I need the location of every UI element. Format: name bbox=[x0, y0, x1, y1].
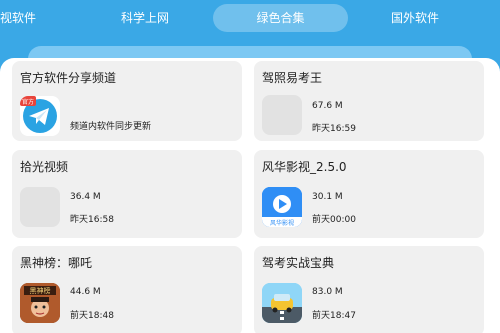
badge-official: 官方 bbox=[22, 98, 34, 106]
tab-foreign-software[interactable]: 国外软件 bbox=[380, 4, 450, 32]
app-size: 36.4 M bbox=[70, 192, 101, 202]
tab-science-internet[interactable]: 科学上网 bbox=[110, 4, 180, 32]
card-title: 驾照易考王 bbox=[262, 71, 323, 85]
card-title: 拾光视频 bbox=[20, 160, 69, 174]
car-icon bbox=[262, 283, 302, 323]
app-time: 前天18:48 bbox=[70, 311, 114, 321]
card-shiguang-video[interactable]: 拾光视频 36.4 M 昨天16:58 bbox=[12, 150, 242, 238]
icon-caption: 风华影视 bbox=[270, 219, 294, 227]
tv-icon: 风华影视 bbox=[262, 187, 302, 227]
app-size: 30.1 M bbox=[312, 192, 343, 202]
card-description: 频道内软件同步更新 bbox=[70, 122, 152, 132]
card-title: 驾考实战宝典 bbox=[262, 256, 335, 270]
telegram-icon: 官方 bbox=[20, 96, 60, 136]
app-size: 44.6 M bbox=[70, 287, 101, 297]
card-driving-test-king[interactable]: 驾照易考王 67.6 M 昨天16:59 bbox=[254, 61, 484, 141]
app-time: 昨天16:58 bbox=[70, 215, 114, 225]
app-time: 昨天16:59 bbox=[312, 124, 356, 134]
game-icon: 黑神榜 bbox=[20, 283, 60, 323]
placeholder-icon bbox=[262, 95, 302, 135]
tab-green-collection[interactable]: 绿色合集 bbox=[213, 4, 348, 32]
card-title: 风华影视_2.5.0 bbox=[262, 160, 347, 174]
tab-bar: 视软件 科学上网 绿色合集 国外软件 bbox=[0, 0, 500, 36]
placeholder-icon bbox=[20, 187, 60, 227]
card-black-myth-nezha[interactable]: 黑神榜：哪吒 黑神榜 44.6 M 前天18:48 bbox=[12, 246, 242, 333]
card-fenghua-video[interactable]: 风华影视_2.5.0 风华影视 30.1 M 前天00:00 bbox=[254, 150, 484, 238]
tab-video[interactable]: 视软件 bbox=[0, 4, 50, 32]
app-size: 67.6 M bbox=[312, 101, 343, 111]
icon-caption: 黑神榜 bbox=[30, 286, 51, 295]
app-size: 83.0 M bbox=[312, 287, 343, 297]
content-panel: 官方软件分享频道 官方 频道内软件同步更新 驾照易考王 67.6 M 昨天16:… bbox=[0, 58, 500, 333]
card-official-channel[interactable]: 官方软件分享频道 官方 频道内软件同步更新 bbox=[12, 61, 242, 141]
card-driving-exam-guide[interactable]: 驾考实战宝典 83.0 M 前天18:47 bbox=[254, 246, 484, 333]
card-title: 官方软件分享频道 bbox=[20, 71, 117, 85]
app-time: 前天00:00 bbox=[312, 215, 356, 225]
card-title: 黑神榜：哪吒 bbox=[20, 256, 93, 270]
app-time: 前天18:47 bbox=[312, 311, 356, 321]
